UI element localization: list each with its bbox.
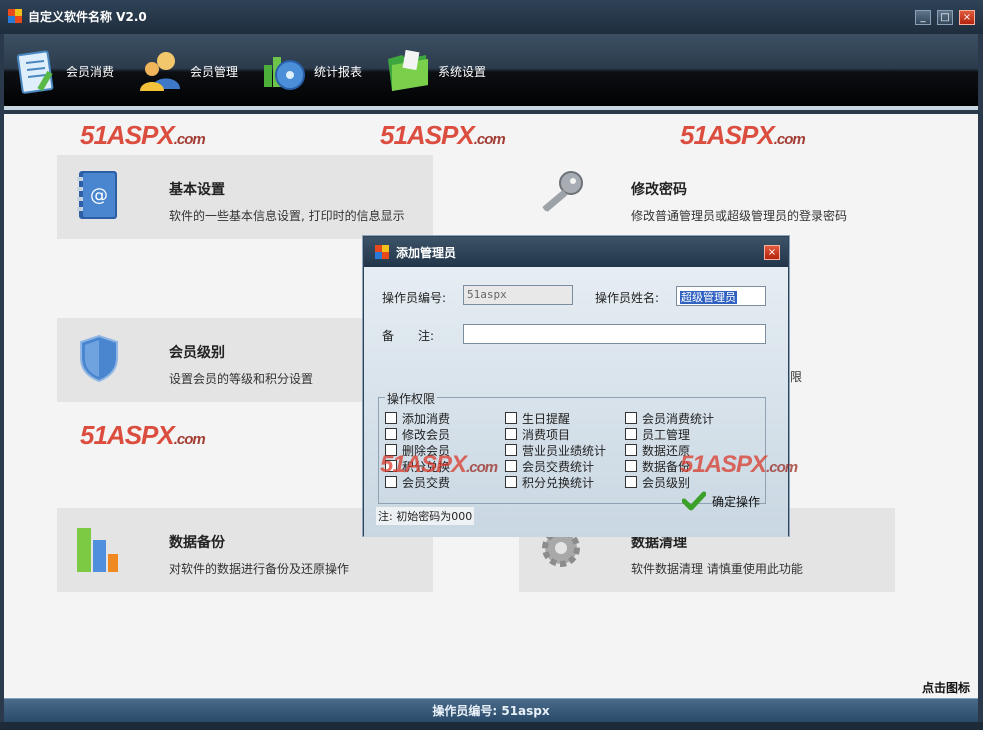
toolbar-label: 系统设置 [438, 64, 487, 79]
toolbar-label: 会员管理 [190, 64, 239, 79]
operator-id-field[interactable]: 51aspx [463, 285, 573, 305]
add-admin-dialog: 添加管理员 × 操作员编号: 51aspx 操作员姓名: 超级管理员 备 注: … [363, 236, 798, 537]
checkbox-box[interactable] [505, 428, 517, 440]
minimize-button[interactable]: _ [915, 10, 931, 25]
checkbox-box[interactable] [505, 444, 517, 456]
checkbox-box[interactable] [505, 476, 517, 488]
svg-text:@: @ [90, 185, 108, 206]
key-icon [542, 171, 583, 212]
notepad-icon [16, 50, 54, 94]
card-desc: 软件的一些基本信息设置, 打印时的信息显示 [169, 209, 405, 223]
watermark-logo: 51ASPX.com [680, 451, 798, 478]
main-toolbar: 会员消费 会员管理 统计报表 系统设置 [4, 34, 978, 110]
card-basic-settings[interactable]: @ 基本设置 软件的一些基本信息设置, 打印时的信息显示 [57, 155, 433, 239]
window-title-bar: 自定义软件名称 V2.0 _ □ × [0, 0, 983, 34]
permission-checkbox[interactable]: 积分兑换统计 [505, 474, 594, 490]
toolbar-divider [4, 106, 978, 110]
chart-disc-icon [264, 57, 305, 90]
card-desc: 修改普通管理员或超级管理员的登录密码 [631, 209, 848, 223]
app-icon [8, 9, 22, 23]
card-change-password[interactable]: 修改密码 修改普通管理员或超级管理员的登录密码 [519, 155, 895, 239]
operator-name-label: 操作员姓名: [595, 291, 660, 305]
initial-password-note: 注: 初始密码为000 [376, 507, 475, 525]
watermark-logo: 51ASPX.com [80, 120, 206, 150]
checkbox-box[interactable] [505, 460, 517, 472]
permission-checkbox[interactable]: 修改会员 [385, 426, 450, 442]
toolbar-member-management[interactable]: 会员管理 [136, 46, 238, 96]
checkbox-box[interactable] [625, 460, 637, 472]
folder-icon [388, 49, 428, 91]
checkbox-box[interactable] [385, 412, 397, 424]
checkbox-box[interactable] [505, 412, 517, 424]
confirm-button-label: 确定操作 [711, 494, 760, 509]
toolbar-statistics[interactable]: 统计报表 [260, 46, 362, 96]
confirm-button[interactable]: 确定操作 [681, 491, 760, 511]
shield-icon [80, 334, 118, 383]
remark-field[interactable] [463, 324, 766, 344]
permission-checkbox[interactable]: 添加消费 [385, 410, 450, 426]
permission-checkbox[interactable]: 会员交费统计 [505, 458, 594, 474]
partial-card-desc: 限 [790, 370, 803, 384]
toolbar-member-consumption[interactable]: 会员消费 [12, 46, 114, 96]
checkbox-box[interactable] [625, 412, 637, 424]
dialog-title-bar: 添加管理员 × [364, 237, 788, 267]
permissions-legend: 操作权限 [385, 390, 438, 407]
card-title: 修改密码 [631, 182, 687, 198]
operator-name-field[interactable]: 超级管理员 [676, 286, 766, 306]
users-icon [140, 52, 180, 91]
remark-label: 备 注: [382, 329, 435, 343]
card-desc: 对软件的数据进行备份及还原操作 [169, 562, 350, 576]
click-icon-hint: 点击图标 [921, 681, 970, 695]
maximize-button[interactable]: □ [937, 10, 953, 25]
card-title: 会员级别 [169, 345, 225, 361]
toolbar-label: 会员消费 [66, 64, 115, 79]
toolbar-label: 统计报表 [314, 64, 363, 79]
checkbox-box[interactable] [625, 428, 637, 440]
permission-checkbox[interactable]: 会员消费统计 [625, 410, 714, 426]
address-book-icon: @ [77, 171, 117, 219]
checkbox-box[interactable] [625, 476, 637, 488]
app-icon [375, 245, 389, 259]
card-title: 数据备份 [169, 535, 225, 551]
card-desc: 设置会员的等级和积分设置 [169, 372, 314, 386]
watermark-logo: 51ASPX.com [380, 451, 498, 478]
watermark-logo: 51ASPX.com [80, 420, 206, 450]
permission-checkbox[interactable]: 员工管理 [625, 426, 690, 442]
permission-checkbox[interactable]: 生日提醒 [505, 410, 570, 426]
checkbox-box[interactable] [385, 428, 397, 440]
window-title: 自定义软件名称 V2.0 [28, 10, 147, 24]
checkmark-icon [681, 491, 706, 511]
watermark-logo: 51ASPX.com [380, 120, 506, 150]
card-desc: 软件数据清理 请慎重使用此功能 [631, 562, 803, 576]
checkbox-box[interactable] [625, 444, 637, 456]
card-title: 基本设置 [169, 182, 225, 198]
dialog-close-button[interactable]: × [764, 245, 780, 260]
dialog-body: 操作员编号: 51aspx 操作员姓名: 超级管理员 备 注: 操作权限 添加消… [364, 267, 798, 537]
dialog-title: 添加管理员 [396, 246, 457, 260]
bottom-edge [0, 722, 983, 730]
status-bar: 操作员编号: 51aspx [4, 698, 978, 722]
close-button[interactable]: × [959, 10, 975, 25]
permission-checkbox[interactable]: 营业员业绩统计 [505, 442, 606, 458]
permission-checkbox[interactable]: 消费项目 [505, 426, 570, 442]
watermark-logo: 51ASPX.com [680, 120, 806, 150]
toolbar-system-settings[interactable]: 系统设置 [384, 46, 486, 96]
bar-chart-icon [77, 528, 118, 572]
operator-id-label: 操作员编号: [382, 291, 447, 305]
